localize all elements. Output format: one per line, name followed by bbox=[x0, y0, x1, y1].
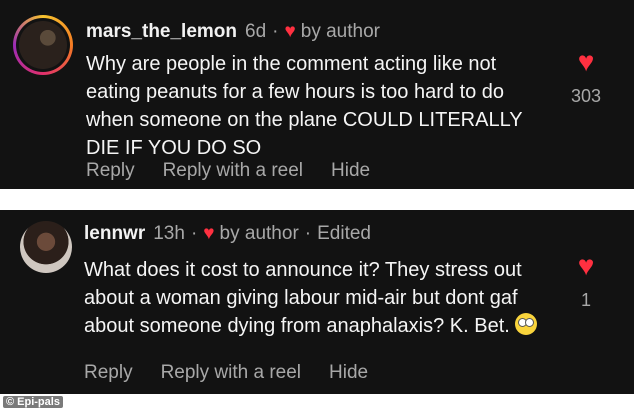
comment-actions: Reply Reply with a reel Hide bbox=[86, 160, 398, 182]
liked-by-author-label: by author bbox=[219, 223, 299, 244]
reply-with-reel-button[interactable]: Reply with a reel bbox=[161, 362, 301, 384]
heart-icon: ♥ bbox=[203, 223, 215, 244]
like-control: ♥ 1 bbox=[556, 252, 616, 311]
edited-label: Edited bbox=[317, 223, 371, 244]
avatar[interactable] bbox=[13, 15, 73, 75]
separator-dot: · bbox=[304, 223, 312, 244]
like-count: 1 bbox=[580, 290, 591, 310]
timestamp: 13h bbox=[153, 223, 185, 244]
username[interactable]: lennwr bbox=[84, 223, 145, 245]
comment-header: lennwr 13h · ♥ by author · Edited bbox=[84, 220, 371, 248]
rolling-eyes-emoji-icon bbox=[515, 313, 538, 335]
reply-button[interactable]: Reply bbox=[86, 160, 135, 182]
liked-by-author-label: by author bbox=[300, 21, 380, 42]
comment-text: What does it cost to announce it? They s… bbox=[84, 259, 522, 337]
avatar-photo bbox=[19, 21, 67, 69]
heart-icon[interactable]: ♥ bbox=[556, 252, 616, 280]
reply-button[interactable]: Reply bbox=[84, 362, 133, 384]
hide-button[interactable]: Hide bbox=[331, 160, 370, 182]
timestamp: 6d bbox=[245, 21, 267, 42]
watermark: © Epi-pals bbox=[3, 396, 63, 408]
comment-header: mars_the_lemon 6d · ♥ by author bbox=[86, 18, 380, 46]
comment-body: What does it cost to announce it? They s… bbox=[84, 256, 544, 340]
separator-dot: · bbox=[272, 21, 279, 42]
separator-dot: · bbox=[190, 223, 198, 244]
comment-card-1: mars_the_lemon 6d · ♥ by author Why are … bbox=[0, 0, 634, 189]
heart-icon: ♥ bbox=[284, 21, 296, 42]
heart-icon[interactable]: ♥ bbox=[556, 48, 616, 76]
hide-button[interactable]: Hide bbox=[329, 362, 368, 384]
like-count: 303 bbox=[570, 86, 602, 106]
like-control: ♥ 303 bbox=[556, 48, 616, 107]
username[interactable]: mars_the_lemon bbox=[86, 21, 237, 43]
avatar[interactable] bbox=[20, 221, 72, 273]
comment-actions: Reply Reply with a reel Hide bbox=[84, 362, 396, 384]
reply-with-reel-button[interactable]: Reply with a reel bbox=[163, 160, 303, 182]
comment-text: Why are people in the comment acting lik… bbox=[86, 53, 523, 159]
